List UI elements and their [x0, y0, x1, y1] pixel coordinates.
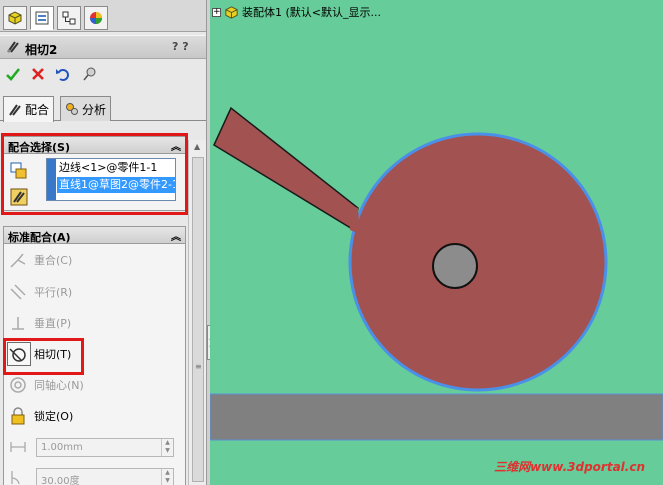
collapse-chevron-icon[interactable]: ︽	[171, 228, 181, 243]
angle-spinner[interactable]: ▲ ▼	[161, 469, 173, 485]
cancel-button[interactable]	[28, 64, 48, 84]
tab-mates-label: 配合	[25, 103, 50, 117]
cam-disc[interactable]	[348, 132, 608, 392]
mate-tab-icon	[9, 103, 21, 116]
configuration-icon	[62, 11, 76, 25]
angle-field[interactable]: 30.00度 ▲ ▼	[36, 468, 174, 485]
tab-mates[interactable]: 配合	[3, 96, 55, 122]
mate-parallel-label: 平行(R)	[34, 286, 73, 299]
feature-tree-root[interactable]: + 装配体1 (默认<默认_显示...	[212, 4, 381, 20]
property-manager-tabs: 配合 分析	[0, 94, 206, 122]
coincident-icon	[10, 253, 26, 268]
standard-mates-header[interactable]: 标准配合(A) ︽	[3, 226, 186, 244]
analysis-tab-icon	[66, 103, 78, 115]
tab-analysis-label: 分析	[82, 102, 107, 117]
angle-icon-slot	[8, 466, 34, 485]
mate-icon	[6, 40, 20, 57]
assembly-icon	[225, 5, 238, 19]
angle-value: 30.00度	[41, 476, 80, 485]
scrollbar-thumb[interactable]	[192, 157, 204, 482]
mate-concentric[interactable]: 同轴心(N)	[8, 374, 178, 396]
display-manager-tab[interactable]	[84, 6, 108, 30]
rocker-arm[interactable]	[213, 106, 359, 232]
cam-hub[interactable]	[432, 243, 478, 289]
undo-icon	[56, 69, 69, 81]
tab-analysis[interactable]: 分析	[60, 96, 112, 121]
checkmark-icon	[6, 68, 21, 81]
model-viewport[interactable]	[210, 0, 663, 485]
mate-concentric-label: 同轴心(N)	[34, 379, 84, 392]
mate-perpendicular-label: 垂直(P)	[34, 317, 72, 330]
mate-lock[interactable]: 锁定(O)	[8, 405, 178, 427]
pushpin-icon	[83, 67, 96, 81]
distance-icon-slot	[8, 436, 34, 458]
configuration-manager-tab[interactable]	[57, 6, 81, 30]
property-manager-icon	[35, 11, 49, 25]
scroll-up-arrow-icon[interactable]: ▲	[194, 142, 200, 151]
graphics-area[interactable]: + 装配体1 (默认<默认_显示... 三维网www.3dportal.cn	[210, 0, 663, 485]
concentric-icon	[10, 377, 26, 393]
distance-value: 1.00mm	[41, 442, 83, 453]
lock-icon	[11, 407, 25, 425]
mate-lock-label: 锁定(O)	[34, 410, 74, 423]
manager-tab-bar	[0, 0, 206, 32]
mate-perpendicular[interactable]: 垂直(P)	[8, 312, 178, 334]
undo-button[interactable]	[53, 64, 73, 84]
tangent-callout	[3, 338, 84, 375]
display-manager-icon	[90, 12, 102, 24]
property-manager-title-bar: 相切2 ? ?	[0, 35, 206, 59]
angle-icon	[11, 471, 20, 485]
feature-tree-icon	[8, 11, 22, 25]
property-manager-title: 相切2	[25, 43, 58, 57]
property-manager-actions	[0, 62, 206, 86]
pushpin-button[interactable]	[80, 64, 100, 84]
help-icon[interactable]: ? ?	[172, 40, 189, 53]
standard-mates-title: 标准配合(A)	[8, 231, 71, 244]
mate-coincident-label: 重合(C)	[34, 254, 73, 267]
distance-spinner[interactable]: ▲ ▼	[161, 439, 173, 456]
ground-plate[interactable]	[210, 393, 663, 441]
mate-parallel[interactable]: 平行(R)	[8, 281, 178, 303]
tree-root-label: 装配体1 (默认<默认_显示...	[242, 6, 381, 19]
property-manager-panel: 相切2 ? ? 配合 分析 配合选择(S) ︽ 边线<1>@零件1-1 直线1@…	[0, 0, 207, 485]
distance-icon	[10, 442, 26, 452]
feature-manager-tab[interactable]	[3, 6, 27, 30]
distance-field[interactable]: 1.00mm ▲ ▼	[36, 438, 174, 457]
perpendicular-icon	[12, 317, 24, 330]
watermark: 三维网www.3dportal.cn	[494, 460, 645, 474]
mate-coincident[interactable]: 重合(C)	[8, 249, 178, 271]
panel-scrollbar[interactable]: ▲ ≡	[188, 140, 206, 485]
parallel-icon	[10, 284, 26, 300]
expand-icon[interactable]: +	[212, 7, 221, 17]
scroll-grip-icon: ≡	[195, 362, 202, 371]
property-manager-tab[interactable]	[30, 6, 54, 30]
mate-selections-callout	[1, 133, 188, 215]
close-icon	[32, 68, 44, 80]
ok-button[interactable]	[3, 64, 23, 84]
